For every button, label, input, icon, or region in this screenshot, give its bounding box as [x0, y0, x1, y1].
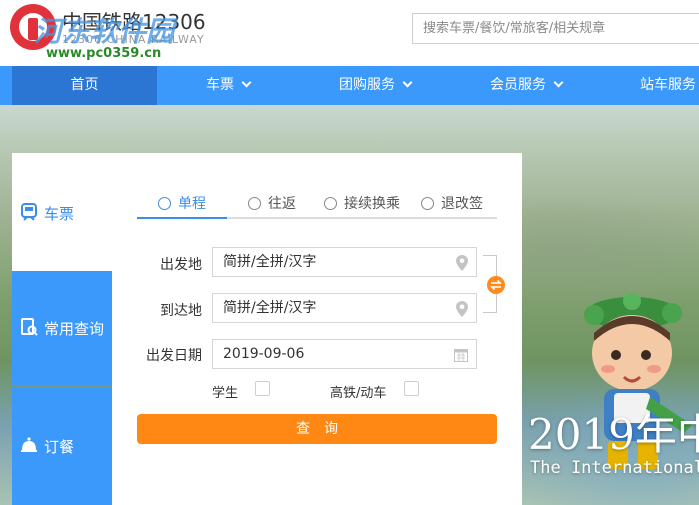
tab-refund-change[interactable]: 退改签 [421, 193, 483, 213]
watermark-url: www.pc0359.cn [46, 46, 162, 61]
nav-item-label: 会员服务 [490, 77, 546, 93]
transfer-icon [324, 197, 337, 210]
one-way-icon [158, 197, 171, 210]
location-pin-icon [456, 255, 468, 271]
to-station-input[interactable]: 简拼/全拼/汉字 [212, 293, 477, 323]
side-tab-tickets[interactable]: 车票 [12, 153, 112, 271]
to-label: 到达地 [160, 303, 202, 319]
swap-stations-button[interactable] [487, 276, 505, 294]
student-checkbox[interactable] [255, 381, 270, 396]
chevron-down-icon [241, 77, 252, 88]
nav-item-label: 车票 [206, 77, 234, 93]
active-tab-indicator [137, 217, 227, 219]
nav-item-label: 站车服务 [640, 77, 696, 93]
tab-label: 单程 [178, 196, 206, 212]
date-label: 出发日期 [146, 348, 202, 364]
search-input[interactable] [412, 13, 699, 44]
to-station-value: 简拼/全拼/汉字 [223, 300, 317, 316]
side-tab-meal-order[interactable]: 订餐 [12, 388, 112, 505]
watermark-text: 河东软件园 [34, 15, 175, 48]
side-tab-label: 车票 [44, 205, 75, 223]
nav-item-tickets[interactable]: 车票 [206, 66, 252, 105]
from-station-value: 简拼/全拼/汉字 [223, 254, 317, 270]
tab-round-trip[interactable]: 往返 [248, 193, 296, 213]
query-doc-icon [21, 318, 38, 336]
chevron-down-icon [402, 77, 413, 88]
swap-arrows-icon [490, 279, 502, 291]
from-label: 出发地 [160, 257, 202, 273]
side-tab-label: 常用查询 [44, 320, 105, 338]
nav-item-group-service[interactable]: 团购服务 [339, 66, 413, 105]
nav-item-label: 首页 [70, 77, 99, 93]
nav-item-station-service[interactable]: 站车服务 [640, 66, 696, 105]
nav-item-member-service[interactable]: 会员服务 [490, 66, 564, 105]
refund-change-icon [421, 197, 434, 210]
side-tab-label: 订餐 [44, 438, 75, 456]
main-nav: 首页 车票 团购服务 会员服务 站车服务 [0, 66, 699, 105]
ticket-booking-panel: 单程 往返 接续换乘 退改签 出发地 简拼/全拼/汉字 到达地 简拼/全拼/汉字 [112, 153, 522, 505]
tab-label: 往返 [268, 196, 296, 212]
calendar-icon [454, 349, 468, 362]
tab-transfer[interactable]: 接续换乘 [324, 193, 400, 213]
train-icon [21, 203, 37, 221]
meal-bell-icon [21, 437, 37, 452]
round-trip-icon [248, 197, 261, 210]
departure-date-input[interactable]: 2019-09-06 [212, 339, 477, 369]
query-button[interactable]: 查询 [137, 414, 497, 444]
from-station-input[interactable]: 简拼/全拼/汉字 [212, 247, 477, 277]
tab-one-way[interactable]: 单程 [158, 193, 206, 213]
highspeed-label: 高铁/动车 [330, 386, 387, 401]
tab-label: 接续换乘 [344, 196, 400, 212]
tab-label: 退改签 [441, 196, 483, 212]
nav-item-label: 团购服务 [339, 77, 395, 93]
banner-title: 2019年中 [528, 410, 699, 459]
nav-item-home[interactable]: 首页 [12, 66, 157, 105]
chevron-down-icon [553, 77, 564, 88]
departure-date-value: 2019-09-06 [223, 346, 305, 362]
student-label: 学生 [212, 386, 239, 401]
site-header: 中国铁路12306 12306 CHINA RAILWAY 河东软件园 www.… [0, 0, 699, 66]
highspeed-checkbox[interactable] [404, 381, 419, 396]
side-tab-common-query[interactable]: 常用查询 [12, 271, 112, 386]
banner-subtitle: The International [530, 458, 699, 478]
location-pin-icon [456, 301, 468, 317]
